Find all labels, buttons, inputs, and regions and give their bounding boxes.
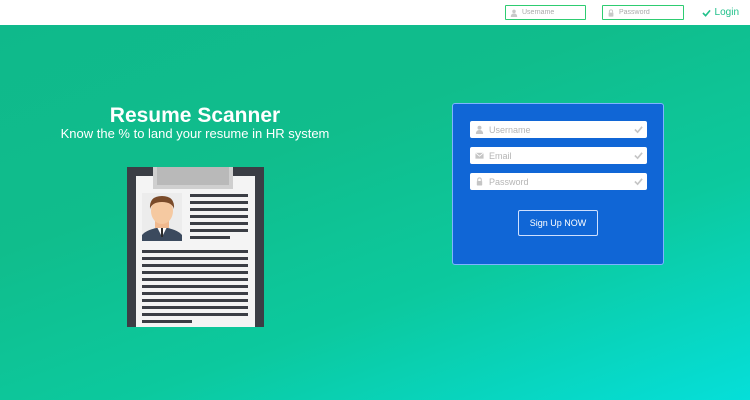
signup-password-input[interactable] [489, 176, 629, 187]
signup-password-field[interactable] [470, 173, 647, 190]
top-username-field[interactable] [505, 5, 586, 20]
signup-username-input[interactable] [489, 124, 629, 135]
login-link[interactable]: Login [701, 7, 739, 18]
signup-panel: Sign Up NOW [452, 103, 664, 265]
signup-button[interactable]: Sign Up NOW [518, 210, 598, 236]
user-icon [510, 9, 518, 17]
avatar [142, 193, 182, 241]
resume-clipboard-illustration [127, 167, 264, 327]
page-title: Resume Scanner [109, 104, 281, 127]
check-icon [634, 126, 643, 134]
hero-section: Resume Scanner Know the % to land your r… [0, 25, 750, 400]
top-bar: Login [0, 0, 750, 25]
page-subtitle: Know the % to land your resume in HR sys… [60, 126, 330, 141]
top-password-field[interactable] [602, 5, 684, 20]
mail-icon [475, 152, 484, 159]
check-icon [634, 178, 643, 186]
lock-icon [608, 8, 614, 17]
signup-email-input[interactable] [489, 150, 629, 161]
login-label: Login [714, 7, 739, 18]
user-icon [475, 125, 484, 134]
check-icon [634, 152, 643, 160]
signup-username-field[interactable] [470, 121, 647, 138]
signup-email-field[interactable] [470, 147, 647, 164]
check-icon [701, 9, 711, 17]
lock-icon [476, 177, 483, 186]
top-username-input[interactable] [522, 9, 582, 16]
top-password-input[interactable] [619, 9, 679, 16]
